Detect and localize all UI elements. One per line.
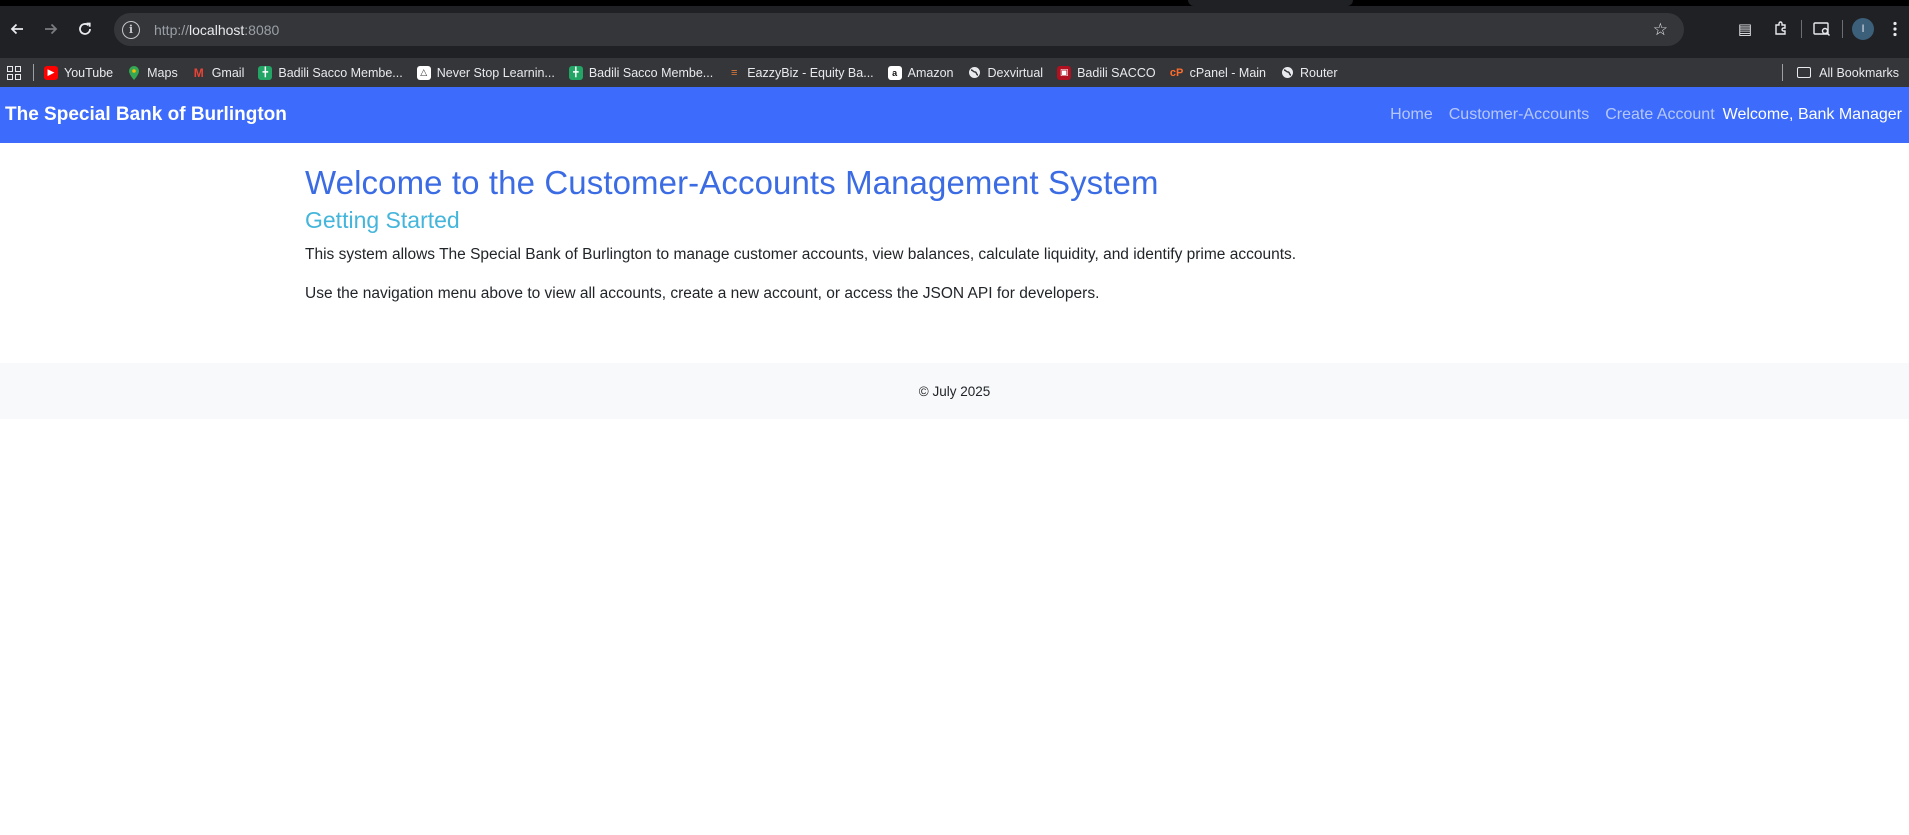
bookmark-label: cPanel - Main — [1189, 65, 1267, 80]
sheets-icon: ╋ — [568, 65, 583, 80]
back-icon[interactable] — [0, 12, 34, 46]
bookmark-badili-sacco-members-1[interactable]: ╋ Badili Sacco Membe... — [258, 65, 403, 80]
bookmark-cpanel[interactable]: cP cPanel - Main — [1170, 66, 1266, 80]
triangle-logo-icon: △ — [416, 65, 431, 80]
tab-search-icon[interactable] — [1804, 11, 1840, 47]
bookmark-label: Never Stop Learnin... — [436, 65, 555, 80]
page-footer: © July 2025 — [0, 363, 1909, 419]
reload-icon[interactable] — [68, 12, 102, 46]
cpanel-icon: cP — [1169, 66, 1184, 79]
bookmark-maps[interactable]: Maps — [127, 65, 178, 80]
copyright-text: © July 2025 — [918, 383, 991, 399]
page-title: Welcome to the Customer-Accounts Managem… — [305, 164, 1159, 201]
forward-icon[interactable] — [34, 12, 68, 46]
bookmark-label: Dexvirtual — [987, 65, 1044, 80]
url-port: :8080 — [244, 21, 280, 38]
main-content: Welcome to the Customer-Accounts Managem… — [305, 143, 1909, 303]
toolbar-right: ▤ I — [1727, 6, 1909, 52]
bookmark-youtube[interactable]: ▶ YouTube — [44, 65, 114, 80]
bookmark-badili-sacco[interactable]: ▣ Badili SACCO — [1057, 65, 1156, 80]
bookmarks-divider — [33, 64, 34, 81]
bookmark-label: Router — [1300, 65, 1338, 80]
intro-paragraph: This system allows The Special Bank of B… — [305, 246, 1297, 263]
url-scheme: http:// — [154, 21, 190, 38]
welcome-user-text: Welcome, Bank Manager — [1722, 106, 1902, 123]
url-text[interactable]: http://localhost:8080 — [154, 22, 279, 38]
bookmark-label: Badili Sacco Membe... — [588, 65, 714, 80]
browser-toolbar: i http://localhost:8080 ☆ ▤ I — [0, 6, 1909, 52]
navbar-brand[interactable]: The Special Bank of Burlington — [5, 104, 287, 126]
kebab-menu-icon[interactable] — [1881, 11, 1909, 47]
globe-icon — [968, 66, 982, 80]
bookmark-amazon[interactable]: a Amazon — [887, 65, 954, 80]
bookmark-router[interactable]: Router — [1280, 66, 1338, 80]
bookmarks-bar: ▶ YouTube Maps M Gmail ╋ Badili Sacco Me… — [0, 58, 1909, 87]
nav-link-customer-accounts[interactable]: Customer-Accounts — [1449, 106, 1590, 124]
bookmark-label: EazzyBiz - Equity Ba... — [747, 65, 874, 80]
bookmark-label: Badili Sacco Membe... — [278, 65, 403, 80]
toolbar-separator — [1842, 20, 1843, 38]
section-heading: Getting Started — [305, 207, 460, 233]
bookmark-label: YouTube — [64, 65, 114, 80]
address-bar[interactable]: i http://localhost:8080 ☆ — [114, 13, 1684, 46]
bookmark-gmail[interactable]: M Gmail — [192, 66, 245, 80]
bookmark-badili-sacco-members-2[interactable]: ╋ Badili Sacco Membe... — [568, 65, 714, 80]
avatar: I — [1852, 18, 1874, 40]
apps-grid-icon[interactable] — [7, 65, 21, 80]
maps-pin-icon — [127, 65, 141, 80]
all-bookmarks-label: All Bookmarks — [1819, 65, 1899, 80]
youtube-icon: ▶ — [44, 65, 58, 80]
bookmarks-divider — [1782, 64, 1784, 81]
nav-link-create-account[interactable]: Create Account — [1605, 106, 1714, 124]
bookmark-eazzybiz[interactable]: ≡ EazzyBiz - Equity Ba... — [727, 65, 874, 80]
amazon-icon: a — [887, 65, 902, 80]
bookmark-star-icon[interactable]: ☆ — [1653, 20, 1668, 40]
bookmark-label: Amazon — [907, 65, 954, 80]
folder-icon — [1797, 67, 1812, 78]
gmail-icon: M — [193, 65, 204, 80]
extensions-icon[interactable] — [1763, 11, 1799, 47]
globe-icon — [1280, 66, 1294, 80]
all-bookmarks-button[interactable]: All Bookmarks — [1782, 64, 1899, 81]
site-info-icon[interactable]: i — [122, 20, 140, 39]
bookmark-label: Badili SACCO — [1077, 65, 1156, 80]
equity-icon: ≡ — [730, 66, 738, 79]
toolbar-separator — [1801, 20, 1802, 38]
bookmark-label: Maps — [147, 65, 178, 80]
bookmark-never-stop-learning[interactable]: △ Never Stop Learnin... — [416, 65, 555, 80]
nav-link-home[interactable]: Home — [1390, 106, 1433, 124]
sheets-icon: ╋ — [258, 65, 273, 80]
bookmark-label: Gmail — [211, 65, 245, 80]
url-host: localhost — [189, 21, 245, 38]
site-navbar: The Special Bank of Burlington Home Cust… — [0, 87, 1909, 143]
bookmark-dexvirtual[interactable]: Dexvirtual — [968, 65, 1044, 80]
profile-button[interactable]: I — [1845, 11, 1881, 47]
navigation-paragraph: Use the navigation menu above to view al… — [305, 285, 1100, 302]
browser-chrome: i http://localhost:8080 ☆ ▤ I — [0, 0, 1909, 58]
media-icon[interactable]: ▤ — [1727, 11, 1763, 47]
badili-icon: ▣ — [1057, 65, 1072, 80]
navbar-links: Home Customer-Accounts Create Account We… — [1374, 106, 1902, 124]
